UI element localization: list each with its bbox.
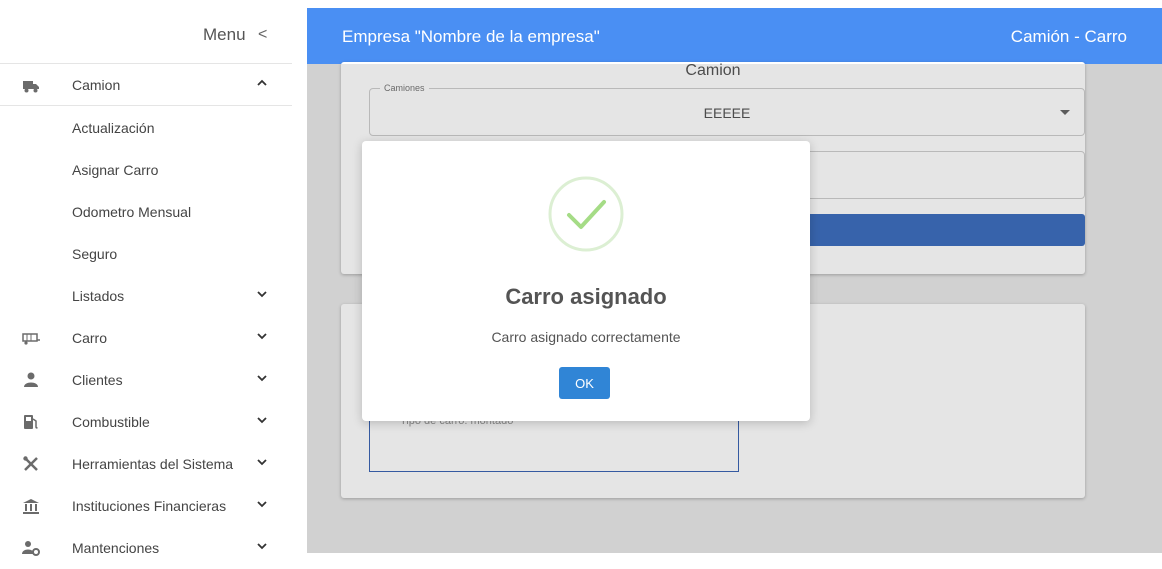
chevron-down-icon	[257, 501, 267, 508]
chevron-down-icon	[257, 333, 267, 340]
sidebar-item-label: Listados	[72, 288, 125, 304]
page-section-title: Camión - Carro	[1010, 27, 1127, 46]
success-check-icon	[548, 176, 624, 252]
user-icon	[24, 372, 38, 387]
sidebar-item-asignar-carro[interactable]: Asignar Carro	[0, 149, 292, 191]
sidebar-item-mantenciones[interactable]: Mantenciones	[0, 527, 292, 569]
sidebar-item-instituciones[interactable]: Instituciones Financieras	[0, 485, 292, 527]
company-title: Empresa "Nombre de la empresa"	[342, 27, 600, 46]
bank-icon	[23, 499, 39, 514]
collapse-menu-button[interactable]: <	[258, 26, 267, 44]
sidebar-item-clientes[interactable]: Clientes	[0, 359, 292, 401]
sidebar-item-label: Carro	[72, 330, 108, 346]
ok-button[interactable]: OK	[559, 367, 610, 399]
sidebar-item-label: Mantenciones	[72, 540, 160, 556]
sidebar-item-label: Herramientas del Sistema	[72, 456, 234, 472]
chevron-down-icon	[257, 459, 267, 466]
menu-title: Menu	[203, 25, 246, 44]
sidebar-item-seguro[interactable]: Seguro	[0, 233, 292, 275]
user-gear-icon	[22, 541, 40, 556]
sidebar-item-combustible[interactable]: Combustible	[0, 401, 292, 443]
truck-icon	[23, 81, 39, 93]
sidebar-item-label: Actualización	[72, 120, 155, 136]
chevron-down-icon	[257, 375, 267, 382]
sidebar-item-label: Seguro	[72, 246, 118, 262]
sidebar-item-camion[interactable]: Camion	[0, 64, 292, 106]
sidebar: Menu < Camion Actualización Asignar Carr…	[0, 0, 307, 556]
sidebar-item-label: Camion	[72, 77, 121, 93]
chevron-up-icon	[257, 79, 267, 86]
sidebar-item-label: Instituciones Financieras	[72, 498, 227, 514]
chevron-down-icon	[257, 543, 267, 550]
sidebar-item-label: Clientes	[72, 372, 123, 388]
dialog-message: Carro asignado correctamente	[491, 329, 681, 345]
trailer-icon	[22, 333, 40, 345]
tools-icon	[23, 456, 38, 471]
sidebar-item-herramientas[interactable]: Herramientas del Sistema	[0, 443, 292, 485]
dialog-title: Carro asignado	[505, 284, 667, 309]
sidebar-item-label: Asignar Carro	[72, 162, 159, 178]
sidebar-item-carro[interactable]: Carro	[0, 317, 292, 359]
chevron-down-icon	[257, 417, 267, 424]
menu-header: Menu <	[0, 0, 292, 64]
sidebar-item-listados[interactable]: Listados	[0, 275, 292, 317]
sidebar-item-actualizacion[interactable]: Actualización	[0, 107, 292, 149]
sidebar-gutter	[292, 0, 307, 553]
sidebar-item-label: Combustible	[72, 414, 150, 430]
chevron-down-icon	[257, 291, 267, 298]
success-dialog: Carro asignado Carro asignado correctame…	[362, 141, 810, 421]
sidebar-item-label: Odometro Mensual	[72, 204, 192, 220]
gas-station-icon	[24, 415, 38, 429]
app-header: Empresa "Nombre de la empresa" Camión - …	[307, 8, 1162, 64]
sidebar-item-odometro-mensual[interactable]: Odometro Mensual	[0, 191, 292, 233]
